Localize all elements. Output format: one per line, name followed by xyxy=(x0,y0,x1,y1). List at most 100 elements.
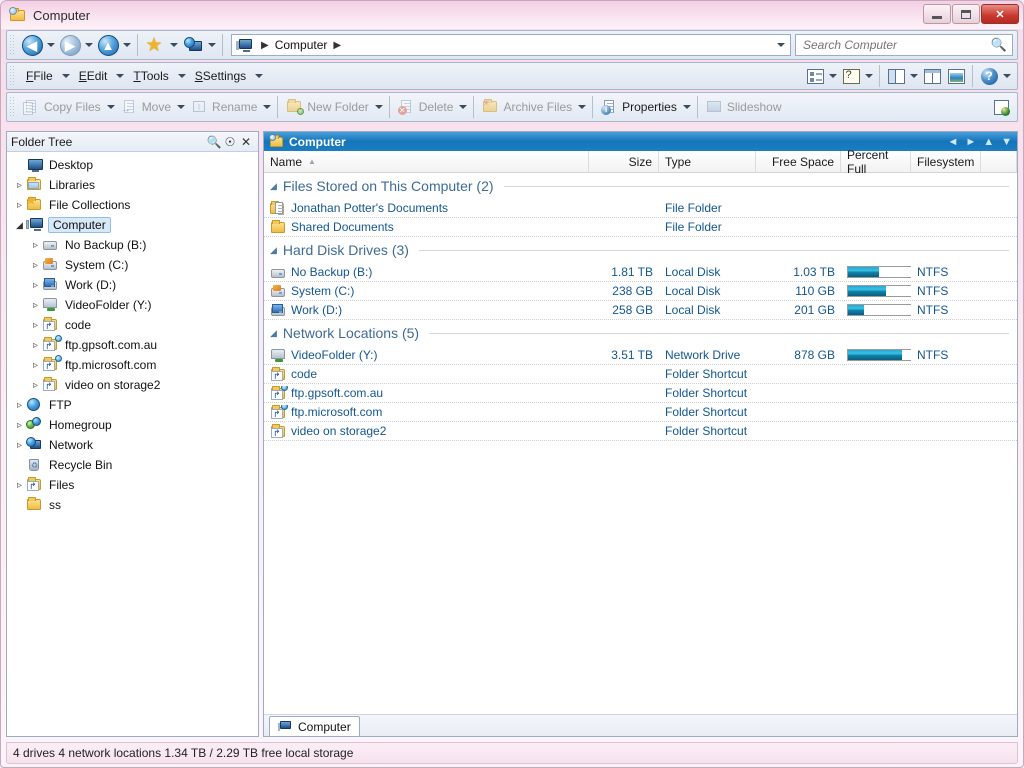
column-header-filesystem[interactable]: Filesystem xyxy=(911,150,981,173)
expand-arrow-icon[interactable] xyxy=(13,200,26,211)
properties-button[interactable]: i Properties xyxy=(597,95,681,119)
search-icon[interactable]: 🔍 xyxy=(206,134,222,150)
expand-arrow-icon[interactable] xyxy=(13,440,26,451)
help-dropdown-icon[interactable] xyxy=(1001,63,1013,89)
column-header-free-space[interactable]: Free Space xyxy=(756,150,841,173)
expand-arrow-icon[interactable] xyxy=(29,320,42,331)
view-mode-dropdown-icon[interactable] xyxy=(827,63,839,89)
file-row[interactable]: Work (D:) 258 GB Local Disk 201 GB NTFS xyxy=(264,301,1017,320)
forward-arrow-icon[interactable]: ► xyxy=(965,136,976,148)
search-input[interactable] xyxy=(801,37,991,53)
file-row[interactable]: Shared Documents File Folder xyxy=(264,218,1017,237)
forward-button[interactable]: ▶ xyxy=(57,32,83,58)
column-header-size[interactable]: Size xyxy=(589,150,659,173)
address-dropdown-icon[interactable] xyxy=(775,32,787,58)
sidebar-item-recycle-bin[interactable]: ♻ Recycle Bin xyxy=(7,455,258,475)
expand-arrow-icon[interactable] xyxy=(13,480,26,491)
tab-computer[interactable]: Computer xyxy=(269,716,360,736)
new-folder-button[interactable]: New Folder xyxy=(282,95,372,119)
dropdown-arrow-icon[interactable]: ▼ xyxy=(1001,136,1012,148)
back-button[interactable]: ◀ xyxy=(19,32,45,58)
archive-files-button[interactable]: ✳ Archive Files xyxy=(478,95,576,119)
up-arrow-icon[interactable]: ▲ xyxy=(983,136,994,148)
expand-arrow-icon[interactable] xyxy=(29,280,42,291)
menu-edit[interactable]: E Edit xyxy=(72,65,115,87)
address-bar[interactable]: ▶ Computer ▶ xyxy=(231,34,791,56)
rename-dropdown-icon[interactable] xyxy=(261,94,273,120)
file-rows[interactable]: ◢ Files Stored on This Computer (2) Jonath… xyxy=(264,173,1017,714)
search-icon[interactable]: 🔍 xyxy=(991,37,1007,53)
collapse-arrow-icon[interactable] xyxy=(13,220,26,231)
sidebar-item-files[interactable]: Files xyxy=(7,475,258,495)
archive-files-dropdown-icon[interactable] xyxy=(576,94,588,120)
view-mode-button[interactable] xyxy=(803,65,827,87)
sidebar-item-ftp[interactable]: FTP xyxy=(7,395,258,415)
layout-dropdown-icon[interactable] xyxy=(908,63,920,89)
sidebar-item-videofolder-y[interactable]: VideoFolder (Y:) xyxy=(7,295,258,315)
breadcrumb-computer[interactable]: Computer xyxy=(275,38,328,52)
file-row[interactable]: No Backup (B:) 1.81 TB Local Disk 1.03 TB NT… xyxy=(264,263,1017,282)
sidebar-item-system-c[interactable]: System (C:) xyxy=(7,255,258,275)
expand-arrow-icon[interactable] xyxy=(29,300,42,311)
sidebar-item-no-backup-b[interactable]: No Backup (B:) xyxy=(7,235,258,255)
dual-pane-button[interactable] xyxy=(920,65,944,87)
breadcrumb-separator-2[interactable]: ▶ xyxy=(333,40,341,51)
forward-dropdown-icon[interactable] xyxy=(83,32,95,58)
folder-tree-list[interactable]: Desktop Libraries ★ File Collections Compute… xyxy=(7,152,258,736)
group-header[interactable]: ◢ Hard Disk Drives (3) xyxy=(264,237,1017,263)
move-dropdown-icon[interactable] xyxy=(175,94,187,120)
collapse-arrow-icon[interactable]: ◢ xyxy=(270,245,277,256)
menu-tools-dropdown-icon[interactable] xyxy=(176,63,188,89)
collapse-arrow-icon[interactable]: ◢ xyxy=(270,181,277,192)
sidebar-item-video-on-storage2[interactable]: video on storage2 xyxy=(7,375,258,395)
sidebar-item-code[interactable]: code xyxy=(7,315,258,335)
sidebar-item-ss[interactable]: ss xyxy=(7,495,258,515)
maximize-button[interactable] xyxy=(952,4,980,24)
menu-file[interactable]: F File xyxy=(19,65,60,87)
expand-arrow-icon[interactable] xyxy=(29,380,42,391)
preview-pane-button[interactable] xyxy=(944,65,968,87)
sidebar-item-work-d[interactable]: Work (D:) xyxy=(7,275,258,295)
toolbar-gripper[interactable] xyxy=(9,34,16,56)
sidebar-item-desktop[interactable]: Desktop xyxy=(7,155,258,175)
commandbar-gripper[interactable] xyxy=(9,96,16,118)
help-button[interactable]: ? xyxy=(977,65,1001,87)
expand-arrow-icon[interactable] xyxy=(29,260,42,271)
file-row[interactable]: System (C:) 238 GB Local Disk 110 GB NTFS xyxy=(264,282,1017,301)
copy-files-button[interactable]: Copy Files xyxy=(19,95,105,119)
expand-arrow-icon[interactable] xyxy=(13,420,26,431)
file-row[interactable]: ftp.microsoft.com Folder Shortcut xyxy=(264,403,1017,422)
move-button[interactable]: → Move xyxy=(117,95,175,119)
properties-dropdown-icon[interactable] xyxy=(681,94,693,120)
customize-toolbar-button[interactable] xyxy=(989,96,1013,118)
back-dropdown-icon[interactable] xyxy=(45,32,57,58)
slideshow-button[interactable]: Slideshow xyxy=(702,95,786,119)
up-button[interactable]: ▲ xyxy=(95,32,121,58)
sidebar-item-libraries[interactable]: Libraries xyxy=(7,175,258,195)
favorites-button[interactable]: ★ xyxy=(142,32,168,58)
expand-arrow-icon[interactable] xyxy=(29,360,42,371)
file-row[interactable]: code Folder Shortcut xyxy=(264,365,1017,384)
sidebar-item-network[interactable]: Network xyxy=(7,435,258,455)
column-header-name[interactable]: Name ▲ xyxy=(264,150,589,173)
expand-arrow-icon[interactable] xyxy=(13,180,26,191)
edit-description-dropdown-icon[interactable] xyxy=(863,63,875,89)
new-folder-dropdown-icon[interactable] xyxy=(373,94,385,120)
menu-file-dropdown-icon[interactable] xyxy=(60,63,72,89)
menu-tools[interactable]: T Tools xyxy=(126,65,175,87)
menu-settings-dropdown-icon[interactable] xyxy=(253,63,265,89)
menu-edit-dropdown-icon[interactable] xyxy=(114,63,126,89)
column-header-type[interactable]: Type xyxy=(659,150,756,173)
sidebar-item-homegroup[interactable]: Homegroup xyxy=(7,415,258,435)
search-box[interactable]: 🔍 xyxy=(795,34,1013,56)
layout-button[interactable] xyxy=(884,65,908,87)
column-header-percent-full[interactable]: Percent Full xyxy=(841,148,911,176)
file-row[interactable]: VideoFolder (Y:) 3.51 TB Network Drive 878 … xyxy=(264,346,1017,365)
group-header[interactable]: ◢ Network Locations (5) xyxy=(264,320,1017,346)
up-dropdown-icon[interactable] xyxy=(121,32,133,58)
close-icon[interactable]: ✕ xyxy=(238,134,254,150)
delete-dropdown-icon[interactable] xyxy=(457,94,469,120)
favorites-dropdown-icon[interactable] xyxy=(168,32,180,58)
file-row[interactable]: ftp.gpsoft.com.au Folder Shortcut xyxy=(264,384,1017,403)
minimize-button[interactable] xyxy=(923,4,951,24)
